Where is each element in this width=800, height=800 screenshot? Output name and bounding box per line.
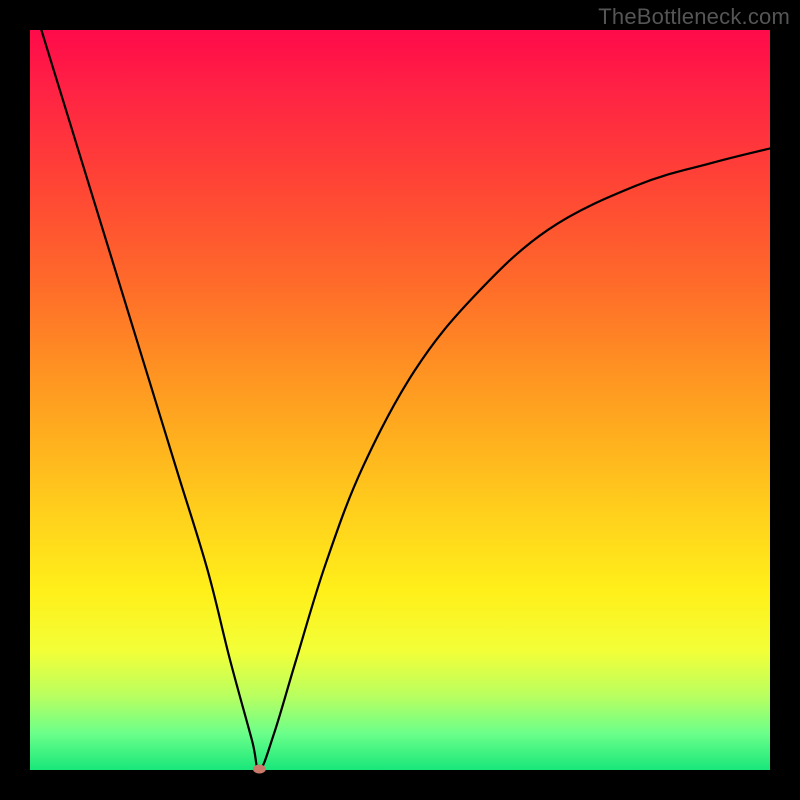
minimum-marker [253, 765, 265, 773]
plot-area [30, 30, 770, 770]
bottleneck-curve [30, 30, 770, 770]
chart-container: TheBottleneck.com [0, 0, 800, 800]
watermark-text: TheBottleneck.com [598, 4, 790, 30]
